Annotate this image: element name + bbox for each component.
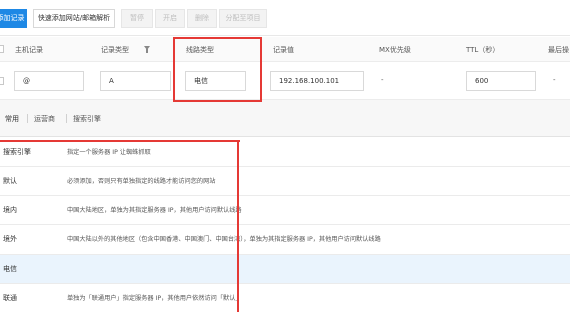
line-option-desc: 中国大陆地区，单独为其指定服务器 IP，其他用户访问默认线路 bbox=[67, 207, 242, 214]
tab-divider bbox=[66, 114, 67, 123]
header-updated[interactable]: 最后操 bbox=[548, 45, 569, 55]
delete-button[interactable]: 删除 bbox=[187, 9, 217, 28]
line-option-name: 默认 bbox=[3, 177, 17, 185]
line-option-telecom[interactable]: 电信 bbox=[0, 255, 570, 284]
toolbar: 添加记录 快速添加网站/邮箱解析 暂停 开启 删除 分配至项目 bbox=[0, 0, 570, 36]
line-option-name: 境内 bbox=[3, 206, 17, 214]
line-option-name: 电信 bbox=[3, 265, 17, 273]
line-type-tabs: 常用 运营商 搜索引擎 bbox=[0, 100, 570, 137]
line-option-overseas[interactable]: 境外 中国大陆以外的其他地区（包含中国香港、中国澳门、中国台湾），单独为其指定服… bbox=[0, 225, 570, 255]
ttl-input[interactable]: 600 bbox=[466, 71, 536, 91]
line-option-name: 境外 bbox=[3, 235, 17, 243]
tab-common[interactable]: 常用 bbox=[5, 114, 19, 124]
enable-button[interactable]: 开启 bbox=[155, 9, 185, 28]
header-value[interactable]: 记录值 bbox=[273, 45, 294, 55]
line-option-unicom[interactable]: 联通 单独为「联通用户」指定服务器 IP，其他用户依然访问「默认」 bbox=[0, 284, 570, 312]
tab-carrier[interactable]: 运营商 bbox=[34, 114, 55, 124]
add-record-button[interactable]: 添加记录 bbox=[0, 9, 27, 28]
line-option-desc: 必须添加，否则只有单独指定的线路才能访问您的网站 bbox=[67, 178, 216, 185]
line-option-desc: 指定一个服务器 IP 让蜘蛛抓取 bbox=[67, 149, 151, 156]
line-option-desc: 单独为「联通用户」指定服务器 IP，其他用户依然访问「默认」 bbox=[67, 295, 242, 302]
records-table-header: 主机记录 记录类型 线路类型 记录值 MX优先级 TTL（秒） 最后操 bbox=[0, 37, 570, 62]
record-edit-row: @ A 电信 192.168.100.101 - 600 - bbox=[0, 62, 570, 100]
header-type[interactable]: 记录类型 bbox=[101, 45, 129, 55]
quick-add-button[interactable]: 快速添加网站/邮箱解析 bbox=[33, 9, 115, 28]
mx-value: - bbox=[381, 76, 384, 84]
header-line[interactable]: 线路类型 bbox=[186, 45, 214, 55]
line-option-domestic[interactable]: 境内 中国大陆地区，单独为其指定服务器 IP，其他用户访问默认线路 bbox=[0, 196, 570, 225]
assign-project-button[interactable]: 分配至项目 bbox=[219, 9, 267, 28]
select-all-checkbox[interactable] bbox=[0, 45, 4, 53]
last-op-value: - bbox=[553, 76, 556, 84]
value-input[interactable]: 192.168.100.101 bbox=[270, 71, 364, 91]
row-checkbox[interactable] bbox=[0, 77, 4, 85]
line-option-search-engine[interactable]: 搜索引擎 指定一个服务器 IP 让蜘蛛抓取 bbox=[0, 138, 570, 167]
pause-button[interactable]: 暂停 bbox=[121, 9, 153, 28]
line-option-desc: 中国大陆以外的其他地区（包含中国香港、中国澳门、中国台湾），单独为其指定服务器 … bbox=[67, 236, 381, 243]
tab-search-engine[interactable]: 搜索引擎 bbox=[73, 114, 101, 124]
filter-icon[interactable] bbox=[144, 46, 150, 53]
header-host[interactable]: 主机记录 bbox=[15, 45, 43, 55]
line-option-default[interactable]: 默认 必须添加，否则只有单独指定的线路才能访问您的网站 bbox=[0, 167, 570, 196]
header-mx[interactable]: MX优先级 bbox=[379, 45, 411, 55]
host-input[interactable]: @ bbox=[14, 71, 84, 91]
line-option-name: 搜索引擎 bbox=[3, 148, 31, 156]
line-select[interactable]: 电信 bbox=[185, 71, 246, 91]
header-ttl[interactable]: TTL（秒） bbox=[466, 45, 499, 55]
type-select[interactable]: A bbox=[100, 71, 171, 91]
line-option-name: 联通 bbox=[3, 294, 17, 302]
tab-divider bbox=[27, 114, 28, 123]
